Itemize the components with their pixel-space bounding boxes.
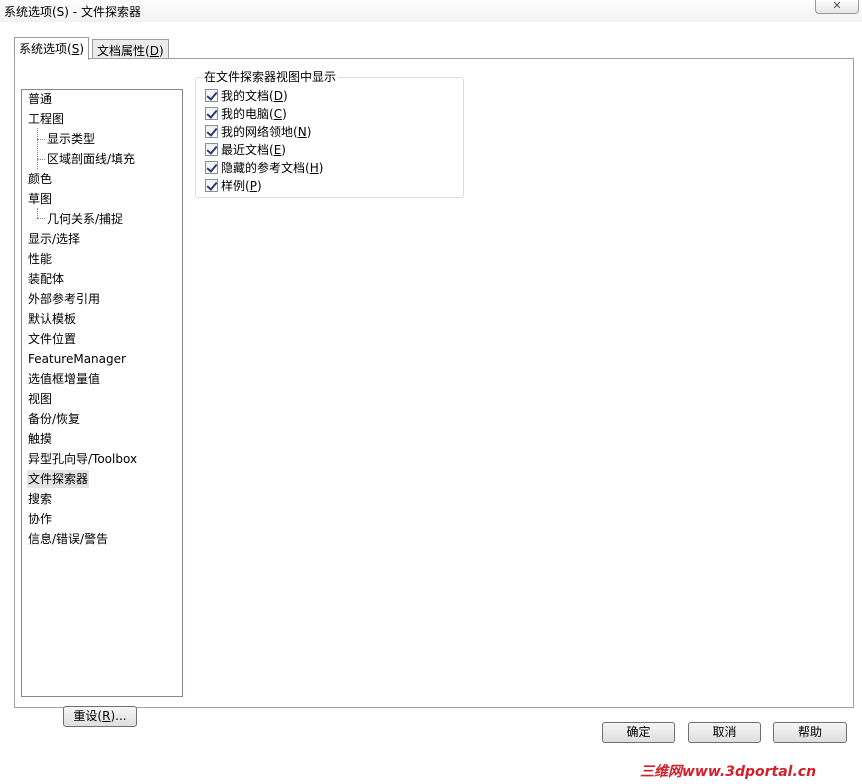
dialog-client: 系统选项(S) 文档属性(D) 普通工程图显示类型区域剖面线/填充颜色草图几何关… [0, 22, 862, 784]
option-mnemonic: D [273, 89, 283, 103]
option-checkbox-row[interactable]: 隐藏的参考文档(H) [205, 160, 323, 177]
option-label: 我的电脑 [221, 107, 270, 121]
tab-label: 文档属性 [97, 44, 146, 58]
group-legend: 在文件探索器视图中显示 [202, 70, 339, 84]
option-label: 我的文档 [221, 89, 270, 103]
tab-panel: 普通工程图显示类型区域剖面线/填充颜色草图几何关系/捕捉显示/选择性能装配体外部… [14, 58, 854, 727]
close-button[interactable]: ✕ [815, 0, 859, 14]
option-mnemonic: P [249, 179, 257, 193]
tree-item[interactable]: 默认模板 [27, 310, 77, 328]
tree-item[interactable]: 外部参考引用 [27, 290, 101, 308]
option-checkbox-row[interactable]: 我的网络领地(N) [205, 124, 311, 141]
ok-label: 确定 [626, 725, 651, 739]
checkbox-checked-icon[interactable] [205, 179, 218, 192]
option-mnemonic: N [297, 125, 307, 139]
ok-button[interactable]: 确定 [602, 722, 675, 743]
checkbox-checked-icon[interactable] [205, 89, 218, 102]
reset-button[interactable]: 重设(R)... [63, 706, 137, 727]
tab-system-options[interactable]: 系统选项(S) [14, 37, 90, 60]
checkbox-checked-icon[interactable] [205, 143, 218, 156]
tree-item[interactable]: 显示类型 [46, 130, 96, 148]
option-label: 最近文档 [221, 143, 270, 157]
watermark-logo: 三维网www.3dportal.cn [640, 764, 817, 780]
option-checkbox-row[interactable]: 我的文档(D) [205, 88, 288, 105]
tree-item[interactable]: FeatureManager [27, 350, 127, 368]
tree-item[interactable]: 显示/选择 [27, 230, 81, 248]
options-tree[interactable]: 普通工程图显示类型区域剖面线/填充颜色草图几何关系/捕捉显示/选择性能装配体外部… [21, 89, 183, 697]
tree-item[interactable]: 草图 [27, 190, 53, 208]
option-mnemonic: H [309, 161, 319, 175]
tree-connector [37, 218, 45, 219]
tree-item[interactable]: 信息/错误/警告 [27, 530, 109, 548]
tree-connector [37, 128, 38, 169]
tree-item[interactable]: 异型孔向导/Toolbox [27, 450, 138, 468]
tree-item[interactable]: 装配体 [27, 270, 65, 288]
tree-connector [37, 208, 38, 218]
reset-label: 重设 [73, 709, 98, 723]
cancel-button[interactable]: 取消 [688, 722, 761, 743]
tree-item[interactable]: 普通 [27, 90, 53, 108]
tree-item[interactable]: 区域剖面线/填充 [46, 150, 136, 168]
tree-item[interactable]: 工程图 [27, 110, 65, 128]
tree-item[interactable]: 性能 [27, 250, 53, 268]
option-label: 样例 [221, 179, 246, 193]
help-label: 帮助 [797, 725, 822, 739]
option-label: 我的网络领地 [221, 125, 294, 139]
tab-mnemonic: S [71, 42, 80, 56]
option-checkbox-row[interactable]: 我的电脑(C) [205, 106, 287, 123]
checkbox-checked-icon[interactable] [205, 107, 218, 120]
tab-mnemonic: D [149, 44, 159, 58]
tab-document-properties[interactable]: 文档属性(D) [92, 39, 169, 59]
option-mnemonic: E [273, 143, 282, 157]
tree-item[interactable]: 几何关系/捕捉 [46, 210, 124, 228]
tree-item[interactable]: 触摸 [27, 430, 53, 448]
reset-mnemonic: R [102, 709, 111, 723]
help-button[interactable]: 帮助 [773, 722, 847, 743]
tree-item[interactable]: 颜色 [27, 170, 53, 188]
tree-item[interactable]: 协作 [27, 510, 53, 528]
cancel-label: 取消 [712, 725, 737, 739]
checkbox-checked-icon[interactable] [205, 125, 218, 138]
tree-connector [37, 159, 45, 160]
window-title: 系统选项(S) - 文件探索器 [4, 5, 141, 19]
close-icon: ✕ [832, 0, 842, 12]
display-options-group: 在文件探索器视图中显示 我的文档(D) 我的电脑(C) 我的网络领地(N) 最近文档(… [195, 70, 464, 198]
tree-item[interactable]: 文件探索器 [27, 470, 90, 488]
tree-connector [37, 139, 45, 140]
reset-suffix: ... [115, 709, 127, 723]
tree-item[interactable]: 视图 [27, 390, 53, 408]
tree-item[interactable]: 选值框增量值 [27, 370, 101, 388]
tree-item[interactable]: 搜索 [27, 490, 53, 508]
tab-label: 系统选项 [19, 42, 68, 56]
tree-item[interactable]: 文件位置 [27, 330, 77, 348]
option-checkbox-row[interactable]: 样例(P) [205, 178, 262, 195]
option-checkbox-row[interactable]: 最近文档(E) [205, 142, 286, 159]
tree-item[interactable]: 备份/恢复 [27, 410, 81, 428]
title-bar: 系统选项(S) - 文件探索器 ✕ [0, 0, 862, 22]
checkbox-checked-icon[interactable] [205, 161, 218, 174]
option-label: 隐藏的参考文档 [221, 161, 306, 175]
option-mnemonic: C [273, 107, 283, 121]
